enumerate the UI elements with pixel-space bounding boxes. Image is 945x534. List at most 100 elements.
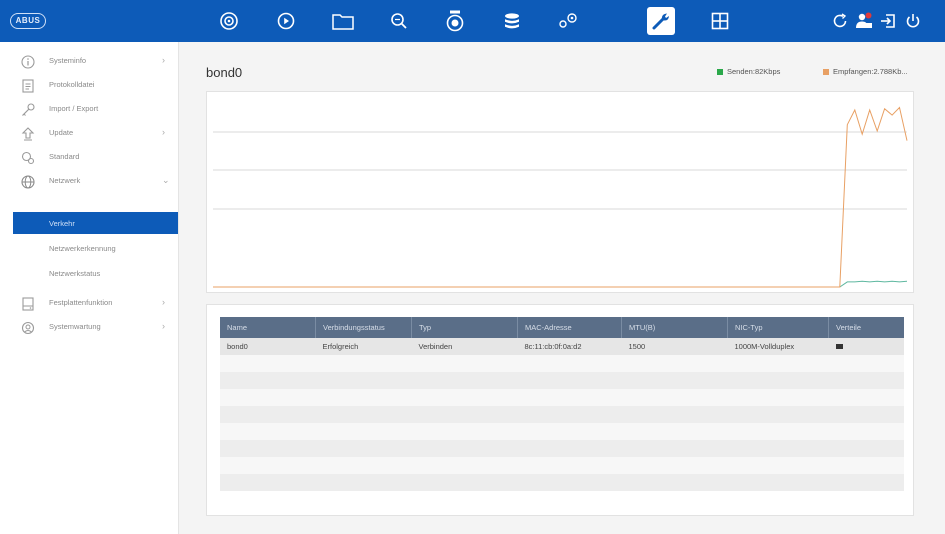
table-row-empty [220, 423, 904, 440]
sidebar-item-systemwartung[interactable]: Systemwartung › [0, 316, 178, 340]
key-icon [20, 102, 36, 118]
empty-cell [517, 457, 622, 474]
sidebar-item-standard[interactable]: Standard [0, 146, 178, 170]
cell-status: Erfolgreich [315, 338, 412, 355]
empty-cell [621, 423, 728, 440]
sidebar-item-label: Festplattenfunktion [49, 298, 113, 307]
legend-item-send: Senden:82Kbps [717, 67, 780, 76]
empty-cell [621, 406, 728, 423]
legend-item-receive: Empfangen:2.788Kb... [823, 67, 908, 76]
maintenance-icon [20, 320, 36, 336]
folder-icon[interactable] [329, 7, 357, 35]
top-navigation-bar: ABUS [0, 0, 945, 42]
legend-swatch [823, 68, 829, 75]
empty-cell [220, 457, 316, 474]
grid-icon[interactable] [706, 7, 734, 35]
empty-cell [517, 372, 622, 389]
empty-cell [411, 372, 518, 389]
empty-cell [621, 440, 728, 457]
empty-cell [517, 406, 622, 423]
sidebar-item-label: Import / Export [49, 104, 99, 113]
empty-cell [411, 355, 518, 372]
table-row-empty [220, 474, 904, 491]
empty-cell [727, 457, 829, 474]
empty-cell [220, 389, 316, 406]
abus-logo: ABUS [10, 13, 46, 29]
empty-cell [315, 474, 412, 491]
empty-cell [220, 474, 316, 491]
empty-cell [411, 457, 518, 474]
user-alert-icon[interactable] [853, 10, 875, 32]
empty-cell [727, 389, 829, 406]
empty-cell [828, 372, 904, 389]
sidebar-item-festplattenfunktion[interactable]: Festplattenfunktion › [0, 292, 178, 316]
sidebar-subitem-verkehr[interactable]: Verkehr [13, 212, 178, 234]
hdd-icon [20, 296, 36, 312]
empty-cell [411, 440, 518, 457]
empty-cell [411, 389, 518, 406]
sidebar-item-systeminfo[interactable]: Systeminfo › [0, 50, 178, 74]
chevron-right-icon: › [162, 127, 165, 137]
empty-cell [315, 372, 412, 389]
empty-cell [220, 440, 316, 457]
sidebar-subitem-label: Netzwerkerkennung [49, 244, 116, 253]
sidebar-subitem-netzwerkstatus[interactable]: Netzwerkstatus [13, 262, 178, 284]
sidebar-item-label: Netzwerk [49, 176, 81, 185]
wrench-icon[interactable] [647, 7, 675, 35]
column-header-nic-type: NIC-Typ [727, 317, 829, 338]
empty-cell [828, 355, 904, 372]
chart-series-line-send [213, 280, 908, 288]
table-row-empty [220, 355, 904, 372]
reset-icon [20, 150, 36, 166]
cell-verteile[interactable] [828, 338, 904, 355]
empty-cell [828, 440, 904, 457]
empty-cell [517, 355, 622, 372]
column-header-name: Name [220, 317, 316, 338]
cell-mtu: 1500 [621, 338, 728, 355]
sidebar-item-label: Systemwartung [49, 322, 101, 331]
power-icon[interactable] [902, 10, 924, 32]
empty-cell [220, 406, 316, 423]
cell-type: Verbinden [411, 338, 518, 355]
details-icon[interactable] [835, 344, 843, 349]
sidebar-subitem-label: Netzwerkstatus [49, 269, 101, 278]
empty-cell [411, 474, 518, 491]
logout-icon[interactable] [877, 10, 899, 32]
empty-cell [727, 372, 829, 389]
document-icon [20, 78, 36, 94]
sidebar-item-netzwerk[interactable]: Netzwerk ⌄ [0, 170, 178, 194]
chevron-right-icon: › [162, 297, 165, 307]
sidebar-subitem-netzwerkerkennung[interactable]: Netzwerkerkennung [13, 237, 178, 259]
sidebar-item-label: Standard [49, 152, 80, 161]
empty-cell [828, 474, 904, 491]
database-icon[interactable] [498, 7, 526, 35]
empty-cell [411, 423, 518, 440]
chevron-down-icon: ⌄ [162, 175, 170, 185]
search-icon[interactable] [385, 7, 413, 35]
main-content: bond0 Senden:82Kbps Empfangen:2.788Kb...… [179, 42, 945, 534]
column-header-type: Typ [411, 317, 518, 338]
table-header-row: Name Verbindungsstatus Typ MAC-Adresse M… [220, 317, 904, 338]
empty-cell [517, 440, 622, 457]
empty-cell [411, 406, 518, 423]
table-row[interactable]: bond0 Erfolgreich Verbinden 8c:11:cb:0f:… [220, 338, 904, 355]
gears-icon[interactable] [554, 7, 582, 35]
empty-cell [517, 474, 622, 491]
network-table: Name Verbindungsstatus Typ MAC-Adresse M… [220, 317, 904, 491]
column-header-mtu: MTU(B) [621, 317, 728, 338]
camera-icon[interactable] [215, 7, 243, 35]
play-icon[interactable] [272, 7, 300, 35]
sidebar-item-update[interactable]: Update › [0, 122, 178, 146]
cell-nic-type: 1000M-Vollduplex [727, 338, 829, 355]
empty-cell [727, 440, 829, 457]
empty-cell [828, 423, 904, 440]
refresh-icon[interactable] [829, 10, 851, 32]
empty-cell [621, 474, 728, 491]
ptz-camera-icon[interactable] [441, 7, 469, 35]
table-row-empty [220, 457, 904, 474]
empty-cell [727, 474, 829, 491]
empty-cell [828, 457, 904, 474]
sidebar-item-protokolldatei[interactable]: Protokolldatei [0, 74, 178, 98]
sidebar-item-import-export[interactable]: Import / Export [0, 98, 178, 122]
chevron-right-icon: › [162, 321, 165, 331]
